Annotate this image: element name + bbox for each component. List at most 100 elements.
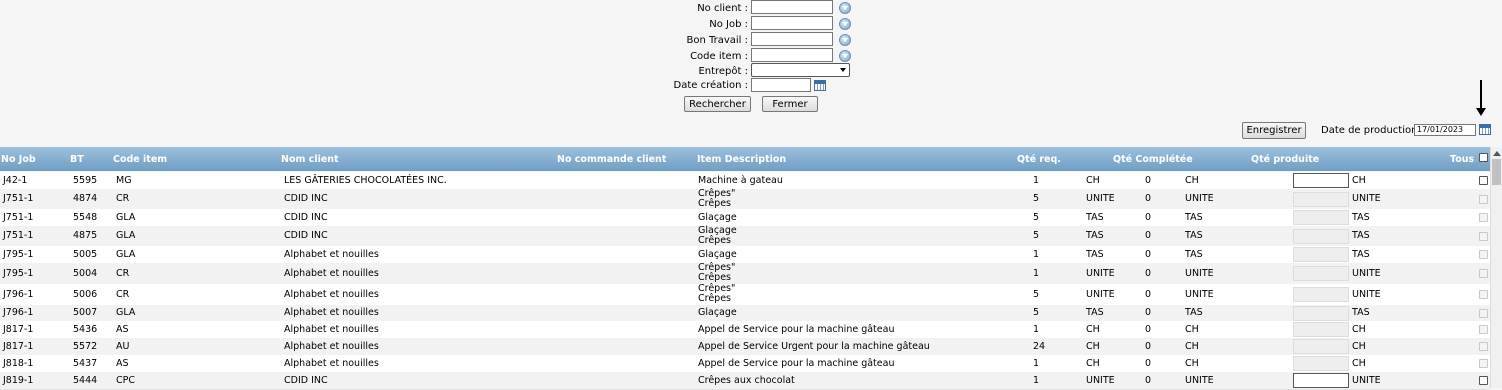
cell-unit-req: CH bbox=[1086, 175, 1100, 186]
date-creation-input[interactable] bbox=[751, 78, 811, 92]
cell-code-item: CR bbox=[116, 268, 130, 279]
enregistrer-button[interactable]: Enregistrer bbox=[1242, 122, 1306, 139]
scroll-up-icon[interactable] bbox=[1493, 151, 1501, 156]
cell-item-description: Appel de Service Urgent pour la machine … bbox=[698, 341, 930, 352]
cell-qte-completee: 0 bbox=[1145, 193, 1152, 204]
cell-unit-req: CH bbox=[1086, 324, 1100, 335]
code-item-dropdown-icon[interactable] bbox=[839, 50, 851, 62]
cell-qte-req: 1 bbox=[1033, 375, 1040, 386]
cell-nom-client: Alphabet et nouilles bbox=[284, 358, 379, 369]
cell-qte-completee: 0 bbox=[1145, 249, 1152, 260]
cell-item-description-line2: Crêpes bbox=[698, 198, 731, 209]
header-qte-produite[interactable]: Qté produite bbox=[1251, 154, 1319, 165]
vertical-scrollbar[interactable] bbox=[1490, 147, 1502, 388]
cell-no-job: J818-1 bbox=[3, 358, 34, 369]
cell-unit-produite: UNITE bbox=[1352, 193, 1381, 204]
cell-qte-completee: 0 bbox=[1145, 341, 1152, 352]
cell-code-item: CPC bbox=[116, 375, 135, 386]
cell-qte-completee: 0 bbox=[1145, 268, 1152, 279]
cell-qte-completee: 0 bbox=[1145, 230, 1152, 241]
bon-travail-input[interactable] bbox=[751, 32, 833, 46]
cell-code-item: GLA bbox=[116, 249, 136, 260]
table-row: J817-1 5572 AU Alphabet et nouilles 24 CH 0 CH C… bbox=[0, 338, 1490, 356]
header-bt[interactable]: BT bbox=[70, 154, 84, 165]
date-production-calendar-icon[interactable] bbox=[1479, 124, 1491, 135]
no-client-dropdown-icon[interactable] bbox=[839, 2, 851, 14]
no-client-input[interactable] bbox=[751, 0, 833, 14]
qte-produite-input bbox=[1293, 322, 1349, 337]
cell-qte-completee: 0 bbox=[1145, 175, 1152, 186]
header-nom-client[interactable]: Nom client bbox=[281, 154, 339, 165]
cell-unit-completee: TAS bbox=[1185, 307, 1203, 318]
entrepot-label: Entrepôt : bbox=[698, 66, 748, 77]
table-row: J42-1 5595 MG LES GÂTERIES CHOCOLATÉES INC.… bbox=[0, 172, 1490, 190]
cell-code-item: MG bbox=[116, 175, 132, 186]
row-select-checkbox bbox=[1479, 250, 1488, 259]
select-all-checkbox[interactable] bbox=[1479, 153, 1488, 162]
cell-nom-client: Alphabet et nouilles bbox=[284, 341, 379, 352]
header-item-description[interactable]: Item Description bbox=[697, 154, 786, 165]
qte-produite-input bbox=[1293, 192, 1349, 207]
cell-item-description: Appel de Service pour la machine gâteau bbox=[698, 358, 895, 369]
cell-unit-completee: UNITE bbox=[1185, 268, 1214, 279]
date-creation-calendar-icon[interactable] bbox=[814, 80, 826, 91]
cell-code-item: CR bbox=[116, 289, 130, 300]
cell-unit-produite: TAS bbox=[1352, 212, 1370, 223]
cell-unit-req: UNITE bbox=[1086, 193, 1115, 204]
table-row: J795-1 5005 GLA Alphabet et nouilles 1 TAS 0 TA… bbox=[0, 246, 1490, 264]
entrepot-select[interactable] bbox=[751, 63, 850, 77]
cell-bt: 5444 bbox=[73, 375, 98, 386]
date-creation-label: Date création : bbox=[673, 80, 748, 91]
cell-item-description: Glaçage bbox=[698, 212, 737, 223]
table-row: J796-1 5006 CR Alphabet et nouilles 5 UNITE 0 U… bbox=[0, 284, 1490, 306]
header-no-commande-client[interactable]: No commande client bbox=[557, 154, 666, 165]
cell-unit-produite: TAS bbox=[1352, 230, 1370, 241]
cell-no-job: J751-1 bbox=[3, 212, 34, 223]
cell-bt: 5548 bbox=[73, 212, 98, 223]
cell-item-description: Machine à gateau bbox=[698, 175, 783, 186]
header-code-item[interactable]: Code item bbox=[113, 154, 167, 165]
qte-produite-input[interactable] bbox=[1293, 373, 1349, 388]
qte-produite-input[interactable] bbox=[1293, 173, 1349, 188]
cell-code-item: AS bbox=[116, 324, 129, 335]
cell-nom-client: Alphabet et nouilles bbox=[284, 307, 379, 318]
cell-unit-produite: UNITE bbox=[1352, 375, 1381, 386]
header-no-job[interactable]: No Job bbox=[1, 154, 36, 165]
cell-no-job: J817-1 bbox=[3, 341, 34, 352]
qte-produite-input bbox=[1293, 266, 1349, 281]
cell-unit-produite: UNITE bbox=[1352, 268, 1381, 279]
header-qte-completee[interactable]: Qté Complétée bbox=[1113, 154, 1193, 165]
no-job-input[interactable] bbox=[751, 16, 833, 30]
cell-nom-client: Alphabet et nouilles bbox=[284, 289, 379, 300]
code-item-input[interactable] bbox=[751, 48, 833, 62]
cell-no-job: J796-1 bbox=[3, 289, 34, 300]
qte-produite-input bbox=[1293, 229, 1349, 244]
row-select-checkbox[interactable] bbox=[1479, 176, 1488, 185]
cell-qte-req: 5 bbox=[1033, 212, 1040, 223]
table-row: J751-1 4874 CR CDID INC 5 UNITE 0 UNITE UNITE Crê… bbox=[0, 189, 1490, 210]
table-row: J817-1 5436 AS Alphabet et nouilles 1 CH 0 CH CH… bbox=[0, 321, 1490, 339]
header-qte-req[interactable]: Qté req. bbox=[1017, 154, 1061, 165]
row-select-checkbox[interactable] bbox=[1479, 376, 1488, 385]
cell-unit-completee: CH bbox=[1185, 358, 1199, 369]
qte-produite-input bbox=[1293, 306, 1349, 321]
cell-code-item: CR bbox=[116, 193, 130, 204]
cell-bt: 5006 bbox=[73, 289, 98, 300]
bon-travail-dropdown-icon[interactable] bbox=[839, 34, 851, 46]
cell-qte-completee: 0 bbox=[1145, 289, 1152, 300]
cell-bt: 4875 bbox=[73, 230, 98, 241]
fermer-button[interactable]: Fermer bbox=[762, 96, 818, 112]
cell-qte-completee: 0 bbox=[1145, 212, 1152, 223]
cell-unit-produite: UNITE bbox=[1352, 289, 1381, 300]
cell-bt: 5437 bbox=[73, 358, 98, 369]
cell-unit-req: UNITE bbox=[1086, 375, 1115, 386]
cell-nom-client: CDID INC bbox=[284, 212, 328, 223]
cell-unit-completee: CH bbox=[1185, 341, 1199, 352]
qte-produite-input bbox=[1293, 356, 1349, 371]
cell-code-item: GLA bbox=[116, 212, 136, 223]
scroll-thumb[interactable] bbox=[1492, 159, 1501, 185]
no-job-dropdown-icon[interactable] bbox=[839, 18, 851, 30]
table-row: J818-1 5437 AS Alphabet et nouilles 1 CH 0 CH CH… bbox=[0, 355, 1490, 373]
rechercher-button[interactable]: Rechercher bbox=[684, 96, 751, 112]
date-production-input[interactable]: 17/01/2023 bbox=[1414, 124, 1476, 136]
